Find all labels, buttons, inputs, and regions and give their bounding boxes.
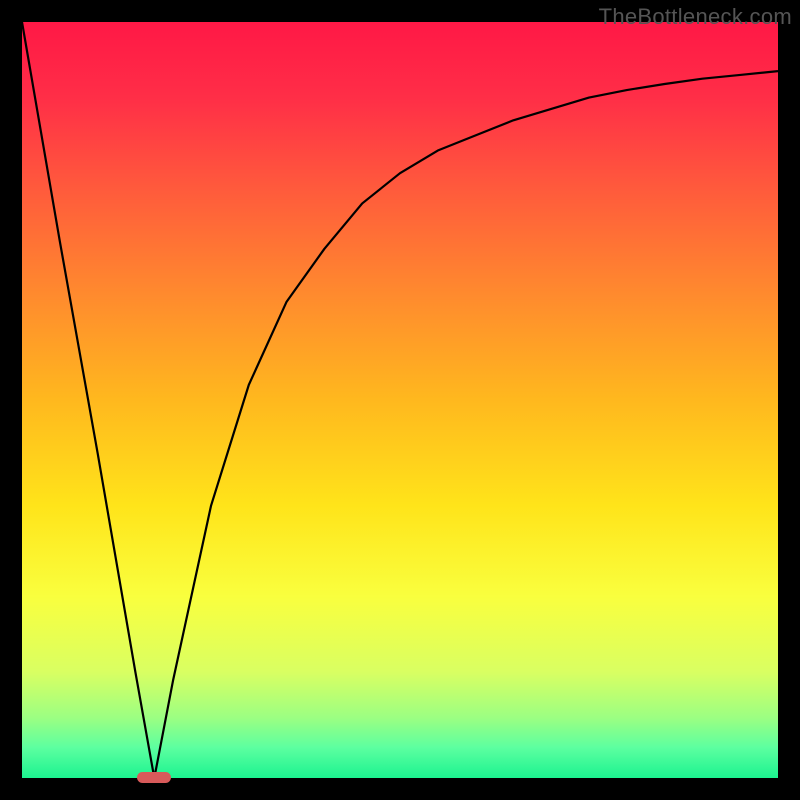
curve-path bbox=[22, 22, 778, 778]
bottleneck-curve bbox=[22, 22, 778, 778]
min-marker bbox=[137, 772, 171, 783]
chart-frame: TheBottleneck.com bbox=[0, 0, 800, 800]
chart-plot-area bbox=[22, 22, 778, 778]
watermark-text: TheBottleneck.com bbox=[599, 4, 792, 30]
